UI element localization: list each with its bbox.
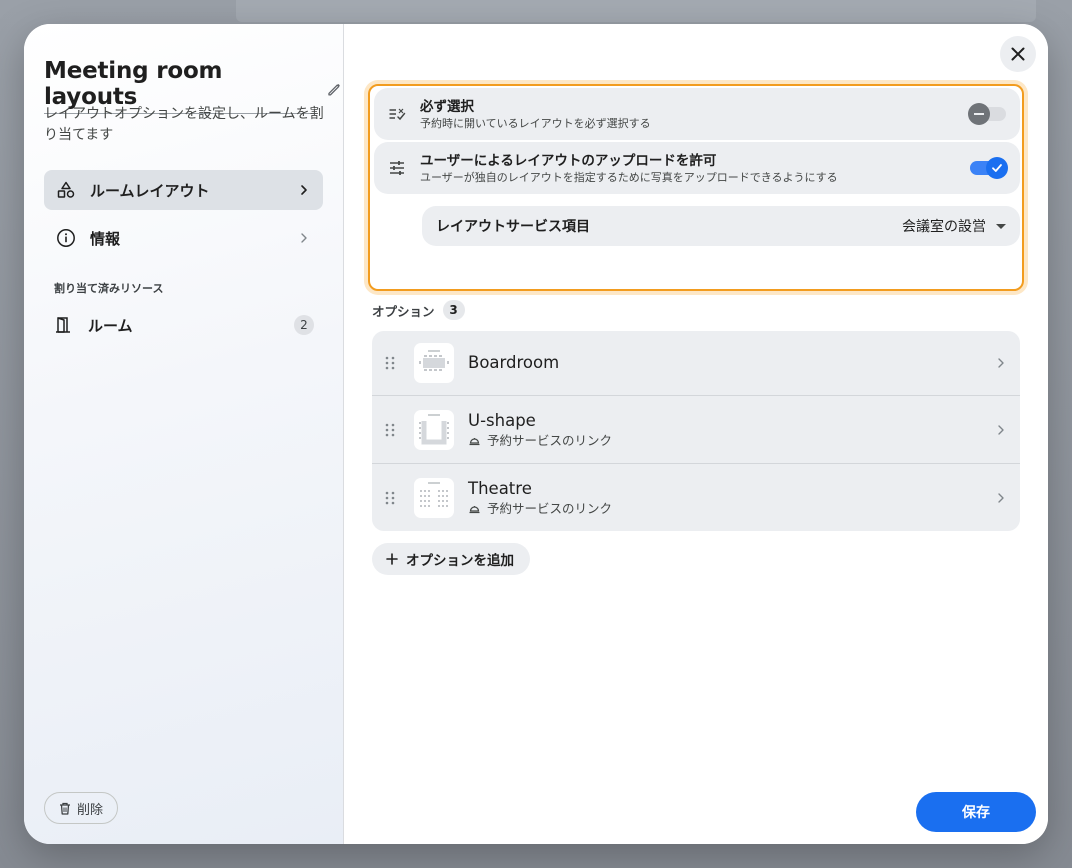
room-count-badge: 2 bbox=[294, 315, 314, 335]
chevron-right-icon bbox=[998, 358, 1004, 368]
layout-service-select[interactable]: レイアウトサービス項目 会議室の設営 bbox=[422, 206, 1020, 246]
setting-texts: ユーザーによるレイアウトのアップロードを許可 ユーザーが独自のレイアウトを指定す… bbox=[420, 152, 970, 185]
boardroom-thumbnail bbox=[414, 343, 454, 383]
dropdown-arrow-icon bbox=[996, 223, 1006, 229]
dialog-sidebar: Meeting room layouts レイアウトオプションを設定し、ルームを… bbox=[24, 24, 344, 844]
dialog-content: 必ず選択 予約時に開いているレイアウトを必ず選択する ユーザーによるレイアウトの… bbox=[344, 24, 1048, 844]
setting-allow-upload: ユーザーによるレイアウトのアップロードを許可 ユーザーが独自のレイアウトを指定す… bbox=[374, 142, 1020, 194]
sidebar-item-room-layouts[interactable]: ルームレイアウト bbox=[44, 170, 323, 210]
option-service-link: 予約サービスのリンク bbox=[468, 500, 994, 518]
setting-title: ユーザーによるレイアウトのアップロードを許可 bbox=[420, 152, 717, 169]
plus-icon bbox=[386, 553, 398, 565]
door-icon bbox=[56, 317, 70, 333]
setting-subtitle: 予約時に開いているレイアウトを必ず選択する bbox=[420, 116, 651, 130]
options-list: Boardroom U-shape 予約サービスのリンク Theatre 予約サ… bbox=[372, 331, 1020, 531]
option-link-label: 予約サービスのリンク bbox=[487, 432, 613, 448]
option-row-boardroom[interactable]: Boardroom bbox=[372, 331, 1020, 395]
service-bell-icon bbox=[469, 506, 480, 514]
service-value: 会議室の設営 bbox=[902, 219, 986, 235]
delete-button[interactable]: 削除 bbox=[44, 792, 119, 824]
toggle-knob bbox=[986, 157, 1008, 179]
drag-handle-icon[interactable] bbox=[384, 355, 396, 371]
delete-label: 削除 bbox=[77, 802, 104, 818]
option-name: Theatre bbox=[468, 478, 532, 498]
shapes-icon bbox=[56, 180, 76, 200]
close-icon bbox=[1011, 47, 1025, 61]
tune-icon bbox=[390, 161, 404, 175]
sidebar-item-label: ルームレイアウト bbox=[90, 181, 210, 200]
drag-handle-icon[interactable] bbox=[384, 422, 396, 438]
service-bell-icon bbox=[469, 438, 480, 446]
layout-settings-group: 必ず選択 予約時に開いているレイアウトを必ず選択する ユーザーによるレイアウトの… bbox=[368, 84, 1024, 291]
save-button[interactable]: 保存 bbox=[916, 792, 1036, 832]
setting-texts: 必ず選択 予約時に開いているレイアウトを必ず選択する bbox=[420, 98, 970, 131]
required-toggle[interactable] bbox=[968, 103, 1006, 125]
chevron-right-icon bbox=[998, 424, 1004, 435]
option-texts: Theatre 予約サービスのリンク bbox=[468, 478, 994, 518]
list-check-icon bbox=[389, 108, 406, 121]
option-row-theatre[interactable]: Theatre 予約サービスのリンク bbox=[372, 463, 1020, 531]
check-icon bbox=[992, 164, 1002, 172]
u-shape-thumbnail bbox=[414, 409, 454, 450]
setting-subtitle: ユーザーが独自のレイアウトを指定するために写真をアップロードできるようにする bbox=[420, 170, 838, 184]
setting-required-selection: 必ず選択 予約時に開いているレイアウトを必ず選択する bbox=[374, 88, 1020, 140]
options-heading: オプション bbox=[372, 303, 435, 319]
toggle-knob bbox=[968, 103, 990, 125]
dialog-description: レイアウトオプションを設定し、ルームを割り当てます bbox=[44, 106, 324, 143]
pencil-icon[interactable] bbox=[327, 81, 343, 97]
chevron-right-icon bbox=[998, 492, 1004, 503]
info-icon bbox=[56, 228, 76, 248]
option-service-link: 予約サービスのリンク bbox=[468, 432, 994, 450]
chevron-right-icon bbox=[301, 233, 307, 243]
trash-icon bbox=[60, 802, 70, 815]
sidebar-item-label: 情報 bbox=[90, 229, 121, 248]
sidebar-item-info[interactable]: 情報 bbox=[44, 218, 323, 258]
add-option-button[interactable]: オプションを追加 bbox=[372, 543, 530, 575]
background-toolbar bbox=[236, 0, 1036, 22]
options-header: オプション 3 bbox=[372, 300, 465, 320]
option-name: U-shape bbox=[468, 410, 536, 430]
layout-dialog: Meeting room layouts レイアウトオプションを設定し、ルームを… bbox=[24, 24, 1048, 844]
sidebar-item-label: ルーム bbox=[88, 316, 133, 335]
option-link-label: 予約サービスのリンク bbox=[487, 500, 613, 516]
option-name: Boardroom bbox=[468, 353, 560, 372]
setting-title: 必ず選択 bbox=[420, 98, 474, 115]
add-option-label: オプションを追加 bbox=[406, 553, 514, 569]
service-label: レイアウトサービス項目 bbox=[436, 219, 590, 235]
options-count-badge: 3 bbox=[442, 300, 465, 320]
drag-handle-icon[interactable] bbox=[384, 490, 396, 506]
option-row-u-shape[interactable]: U-shape 予約サービスのリンク bbox=[372, 395, 1020, 463]
sidebar-item-rooms[interactable]: ルーム 2 bbox=[54, 314, 314, 336]
close-button[interactable] bbox=[1000, 36, 1036, 72]
upload-toggle[interactable] bbox=[970, 157, 1008, 179]
option-texts: Boardroom bbox=[468, 352, 994, 374]
theatre-thumbnail bbox=[414, 477, 454, 518]
chevron-right-icon bbox=[301, 185, 307, 195]
assigned-resources-heading: 割り当て済みリソース bbox=[54, 282, 164, 295]
option-texts: U-shape 予約サービスのリンク bbox=[468, 410, 994, 450]
